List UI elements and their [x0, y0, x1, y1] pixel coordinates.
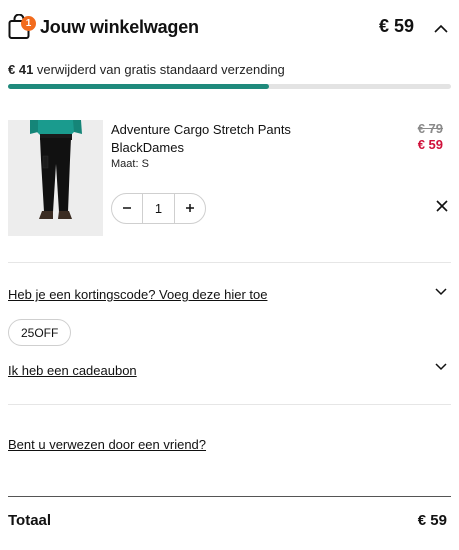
product-image[interactable] — [8, 120, 103, 236]
divider — [8, 262, 451, 263]
applied-discount-code[interactable]: 25OFF — [8, 319, 72, 346]
close-icon — [436, 199, 448, 217]
total-label: Totaal — [8, 512, 52, 529]
chevron-down-icon[interactable] — [433, 284, 449, 300]
shopping-bag-icon: 1 — [8, 12, 36, 42]
decrease-quantity-button[interactable] — [112, 194, 142, 223]
cart-title: Jouw winkelwagen — [40, 16, 199, 37]
free-shipping-message: € 41 verwijderd van gratis standaard ver… — [8, 62, 285, 77]
sale-price: € 59 — [417, 137, 443, 152]
product-size: Maat: S — [111, 158, 149, 170]
chevron-down-icon[interactable] — [433, 359, 449, 375]
plus-icon — [185, 200, 195, 218]
shipping-progress-fill — [8, 84, 270, 89]
shipping-progress-bar — [8, 84, 451, 89]
shipping-remaining-amount: € 41 — [8, 62, 34, 77]
total-value: € 59 — [417, 512, 447, 529]
divider — [8, 404, 451, 405]
referral-link[interactable]: Bent u verwezen door een vriend? — [8, 437, 206, 452]
shipping-remaining-text: verwijderd van gratis standaard verzendi… — [33, 62, 285, 77]
discount-code-link[interactable]: Heb je een kortingscode? Voeg deze hier … — [8, 287, 267, 302]
original-price: € 79 — [417, 121, 443, 136]
quantity-value[interactable]: 1 — [142, 194, 175, 223]
increase-quantity-button[interactable] — [175, 194, 205, 223]
cart-header[interactable]: 1 Jouw winkelwagen € 59 — [8, 10, 451, 44]
cart-count-badge: 1 — [21, 16, 36, 31]
chevron-up-icon[interactable] — [431, 18, 451, 38]
quantity-stepper: 1 — [111, 193, 206, 224]
cart-header-total: € 59 — [378, 16, 414, 36]
totals-divider — [8, 496, 451, 497]
remove-item-button[interactable] — [434, 200, 450, 216]
gift-card-link[interactable]: Ik heb een cadeaubon — [8, 363, 137, 378]
minus-icon — [122, 200, 132, 218]
product-name[interactable]: Adventure Cargo Stretch Pants BlackDames — [111, 121, 321, 157]
